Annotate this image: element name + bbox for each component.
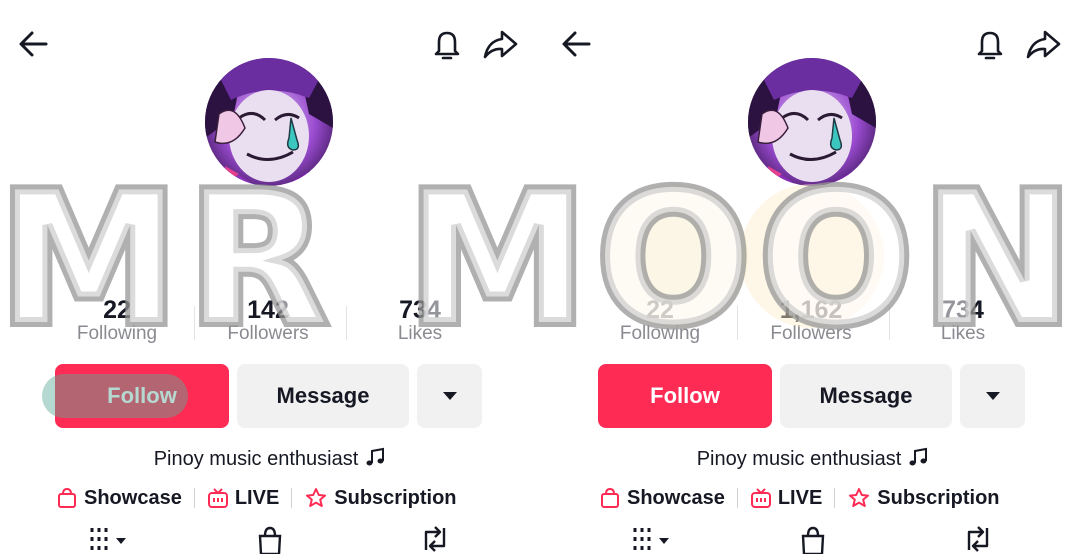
more-options-button[interactable] [960, 364, 1025, 428]
link-divider [291, 488, 293, 508]
followers-label: Followers [770, 323, 852, 344]
music-note-icon [364, 446, 386, 474]
following-count: 22 [646, 296, 674, 324]
tab-shop[interactable] [255, 524, 285, 554]
avatar[interactable] [748, 58, 876, 186]
subscription-link[interactable]: Subscription [304, 486, 457, 510]
profile-panel-right: 22 Following 1,162 Followers 734 Likes F… [543, 0, 1080, 554]
music-note-icon [907, 446, 929, 474]
follow-button[interactable]: Follow [598, 364, 772, 428]
more-options-button[interactable] [417, 364, 482, 428]
share-button[interactable] [476, 22, 524, 66]
following-count: 22 [103, 296, 131, 324]
followers-count: 142 [247, 296, 289, 324]
star-badge-icon [849, 488, 870, 507]
subscription-label: Subscription [877, 486, 1000, 509]
back-button[interactable] [12, 24, 56, 64]
likes-label: Likes [397, 323, 443, 344]
bag-icon [801, 526, 825, 554]
bell-icon [434, 31, 460, 60]
followers-label: Followers [227, 323, 309, 344]
following-label: Following [76, 323, 158, 344]
grid-icon [90, 528, 126, 550]
message-button[interactable]: Message [780, 364, 952, 428]
likes-label: Likes [940, 323, 986, 344]
bio: Pinoy music enthusiast [0, 446, 540, 474]
caret-down-icon [442, 392, 457, 400]
star-badge-icon [306, 488, 327, 507]
share-icon [1026, 30, 1061, 59]
followers-count: 1,162 [779, 296, 843, 324]
tap-indicator [42, 374, 188, 418]
stat-likes[interactable]: 734 Likes [888, 296, 1038, 346]
content-tabs [543, 524, 1080, 554]
likes-count: 734 [942, 296, 984, 324]
bag-icon [258, 526, 282, 554]
content-tabs [0, 524, 540, 554]
tab-reposts[interactable] [418, 524, 452, 554]
stat-followers[interactable]: 1,162 Followers [736, 296, 886, 346]
showcase-label: Showcase [84, 486, 182, 509]
profile-stats: 22 Following 142 Followers 734 Likes [40, 296, 500, 348]
following-label: Following [619, 323, 701, 344]
link-divider [736, 488, 738, 508]
back-button[interactable] [555, 24, 599, 64]
profile-links: Showcase LIVE Subscription [599, 483, 1039, 513]
stat-following[interactable]: 22 Following [42, 296, 192, 346]
bell-icon [977, 31, 1003, 60]
live-label: LIVE [777, 486, 823, 509]
bio-text: Pinoy music enthusiast [153, 448, 359, 470]
arrow-left-icon [19, 31, 48, 57]
tab-videos[interactable] [88, 524, 132, 554]
tab-shop[interactable] [798, 524, 828, 554]
link-divider [193, 488, 195, 508]
share-button[interactable] [1019, 22, 1067, 66]
caret-down-icon [985, 392, 1000, 400]
shopping-bag-icon [601, 487, 619, 508]
live-link[interactable]: LIVE [207, 487, 279, 510]
message-button[interactable]: Message [237, 364, 409, 428]
share-icon [483, 30, 518, 59]
profile-stats: 22 Following 1,162 Followers 734 Likes [583, 296, 1043, 348]
stat-following[interactable]: 22 Following [585, 296, 735, 346]
showcase-link[interactable]: Showcase [599, 487, 725, 510]
live-label: LIVE [234, 486, 280, 509]
likes-count: 734 [399, 296, 441, 324]
tv-icon [750, 488, 771, 508]
link-divider [834, 488, 836, 508]
tv-icon [207, 488, 228, 508]
bio: Pinoy music enthusiast [543, 446, 1080, 474]
showcase-link[interactable]: Showcase [56, 487, 182, 510]
repost-icon [967, 526, 989, 552]
tab-videos[interactable] [631, 524, 675, 554]
stat-followers[interactable]: 142 Followers [193, 296, 343, 346]
live-link[interactable]: LIVE [750, 487, 822, 510]
profile-panel-left: 22 Following 142 Followers 734 Likes Fol… [0, 0, 540, 554]
tab-reposts[interactable] [961, 524, 995, 554]
shopping-bag-icon [58, 487, 76, 508]
arrow-left-icon [562, 31, 591, 57]
avatar[interactable] [205, 58, 333, 186]
notification-bell-button[interactable] [968, 22, 1012, 66]
profile-links: Showcase LIVE Subscription [56, 483, 496, 513]
stat-likes[interactable]: 734 Likes [345, 296, 495, 346]
subscription-label: Subscription [334, 486, 457, 509]
showcase-label: Showcase [627, 486, 725, 509]
bio-text: Pinoy music enthusiast [696, 448, 902, 470]
notification-bell-button[interactable] [425, 22, 469, 66]
grid-icon [633, 528, 669, 550]
subscription-link[interactable]: Subscription [847, 486, 1000, 510]
repost-icon [424, 526, 446, 552]
